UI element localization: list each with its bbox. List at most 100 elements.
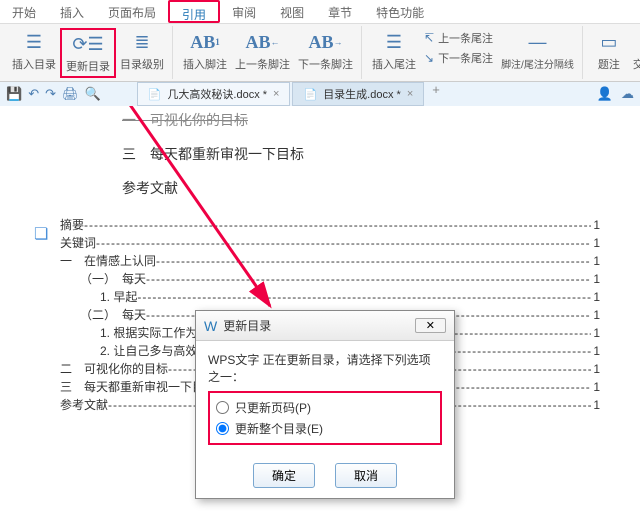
- radio-update-pages-input[interactable]: [216, 401, 229, 414]
- toc-level-button[interactable]: ≣ 目录级别: [116, 28, 168, 74]
- footnote-sep-icon: —: [525, 30, 549, 54]
- toc-dots: ----------------------------------------…: [146, 270, 591, 288]
- toc-row[interactable]: （一） 每天----------------------------------…: [60, 270, 600, 288]
- radio-update-all-input[interactable]: [216, 422, 229, 435]
- dialog-ok-button[interactable]: 确定: [253, 463, 315, 488]
- preview-icon[interactable]: 🔍: [85, 86, 101, 102]
- toc-dots: ----------------------------------------…: [84, 216, 591, 234]
- toc-dots: ----------------------------------------…: [96, 234, 591, 252]
- prev-endnote-icon: ↸: [424, 31, 434, 45]
- insert-toc-icon: ☰: [22, 30, 46, 54]
- qat-cloud-icon[interactable]: ☁: [621, 86, 634, 102]
- menu-tab-chapter[interactable]: 章节: [316, 0, 364, 23]
- endnote-nav-col: ↸ 上一条尾注 ↘下一条尾注: [420, 28, 497, 68]
- update-toc-dialog: W 更新目录 ✕ WPS文字 正在更新目录，请选择下列选项之一： 只更新页码(P…: [195, 310, 455, 499]
- dialog-cancel-button[interactable]: 取消: [335, 463, 397, 488]
- caption-icon: ▭: [597, 30, 621, 54]
- doc-icon: 📄: [303, 88, 317, 101]
- document-tab-1[interactable]: 📄 目录生成.docx * ×: [292, 82, 424, 106]
- toc-row[interactable]: 1. 早起-----------------------------------…: [60, 288, 600, 306]
- dialog-prompt: WPS文字 正在更新目录，请选择下列选项之一：: [208, 351, 442, 385]
- document-tab-1-label: 目录生成.docx *: [323, 86, 401, 102]
- menu-tab-special[interactable]: 特色功能: [364, 0, 436, 23]
- document-tab-0[interactable]: 📄 几大高效秘诀.docx * ×: [137, 82, 291, 106]
- ribbon-group-footnote: AB1 插入脚注 AB← 上一条脚注 AB→ 下一条脚注: [175, 26, 362, 79]
- prev-footnote-button[interactable]: AB← 上一条脚注: [231, 28, 294, 74]
- undo-icon[interactable]: ↶: [28, 86, 39, 102]
- toc-page: 1: [591, 234, 600, 252]
- prev-endnote-label: 上一条尾注: [438, 30, 493, 46]
- ribbon-group-caption: ▭ 题注 ⇄ 交叉引用: [585, 26, 640, 79]
- next-endnote-icon: ↘: [424, 51, 434, 65]
- qat-user-icon[interactable]: 👤: [597, 86, 613, 102]
- dialog-body: WPS文字 正在更新目录，请选择下列选项之一： 只更新页码(P) 更新整个目录(…: [196, 341, 454, 463]
- add-tab-icon[interactable]: +: [432, 82, 440, 106]
- close-tab-0[interactable]: ×: [273, 88, 279, 100]
- footnote-sep-button[interactable]: — 脚注/尾注分隔线: [497, 28, 578, 73]
- redo-icon[interactable]: ↷: [45, 86, 56, 102]
- next-footnote-button[interactable]: AB→ 下一条脚注: [294, 28, 357, 74]
- toc-dots: ----------------------------------------…: [156, 252, 591, 270]
- dialog-titlebar: W 更新目录 ✕: [196, 311, 454, 341]
- toc-page: 1: [591, 306, 600, 324]
- menu-tab-view[interactable]: 视图: [268, 0, 316, 23]
- quick-access-bar: 💾 ↶ ↷ 🖨 🔍 📄 几大高效秘诀.docx * × 📄 目录生成.docx …: [0, 82, 640, 106]
- toc-row[interactable]: 一 在情感上认同--------------------------------…: [60, 252, 600, 270]
- menu-tab-layout[interactable]: 页面布局: [96, 0, 168, 23]
- toc-page: 1: [591, 288, 600, 306]
- page-area: 一 可视化你的目标 三 每天都重新审视一下目标 参考文献: [60, 106, 640, 198]
- qat-right: 👤 ☁: [597, 86, 634, 102]
- radio-update-pages[interactable]: 只更新页码(P): [216, 397, 434, 418]
- document-tabs: 📄 几大高效秘诀.docx * × 📄 目录生成.docx * × +: [137, 82, 440, 106]
- toc-title: 摘要: [60, 216, 84, 234]
- prev-heading: 一 可视化你的目标: [122, 110, 640, 130]
- insert-endnote-button[interactable]: ☰ 插入尾注: [368, 28, 420, 74]
- ribbon: ☰ 插入目录 ⟳☰ 更新目录 ≣ 目录级别 AB1 插入脚注 AB← 上一条脚注…: [0, 24, 640, 82]
- caption-button[interactable]: ▭ 题注: [589, 28, 629, 74]
- toc-dots: ----------------------------------------…: [137, 288, 591, 306]
- toc-title: 三 每天都重新审视一下目标: [60, 378, 216, 396]
- footnote-sep-label: 脚注/尾注分隔线: [501, 56, 574, 71]
- dialog-radio-group: 只更新页码(P) 更新整个目录(E): [208, 391, 442, 445]
- dialog-footer: 确定 取消: [196, 463, 454, 498]
- heading-2: 参考文献: [122, 178, 640, 198]
- prev-footnote-label: 上一条脚注: [235, 56, 290, 72]
- dialog-close-button[interactable]: ✕: [415, 318, 446, 333]
- radio-update-all[interactable]: 更新整个目录(E): [216, 418, 434, 439]
- close-tab-1[interactable]: ×: [407, 88, 413, 100]
- crossref-button[interactable]: ⇄ 交叉引用: [629, 28, 640, 74]
- update-toc-button[interactable]: ⟳☰ 更新目录: [60, 28, 116, 78]
- insert-footnote-button[interactable]: AB1 插入脚注: [179, 28, 231, 74]
- dialog-app-icon: W: [204, 318, 217, 334]
- toc-title: （一） 每天: [80, 270, 146, 288]
- toc-page: 1: [591, 378, 600, 396]
- page-break-icon: ❏: [34, 224, 48, 244]
- next-endnote-button[interactable]: ↘下一条尾注: [424, 48, 493, 68]
- menu-tab-review[interactable]: 审阅: [220, 0, 268, 23]
- menu-tab-start[interactable]: 开始: [0, 0, 48, 23]
- menu-tab-insert[interactable]: 插入: [48, 0, 96, 23]
- toc-row[interactable]: 摘要--------------------------------------…: [60, 216, 600, 234]
- save-icon[interactable]: 💾: [6, 86, 22, 102]
- update-toc-icon: ⟳☰: [76, 32, 100, 56]
- document-tab-0-label: 几大高效秘诀.docx *: [167, 86, 267, 102]
- toc-row[interactable]: 关键词-------------------------------------…: [60, 234, 600, 252]
- doc-icon: 📄: [148, 88, 162, 101]
- toc-level-label: 目录级别: [120, 56, 164, 72]
- ribbon-group-toc: ☰ 插入目录 ⟳☰ 更新目录 ≣ 目录级别: [4, 26, 173, 79]
- prev-endnote-button[interactable]: ↸ 上一条尾注: [424, 28, 493, 48]
- toc-title: 参考文献: [60, 396, 108, 414]
- toc-title: 关键词: [60, 234, 96, 252]
- toc-page: 1: [591, 324, 600, 342]
- crossref-label: 交叉引用: [633, 56, 640, 72]
- insert-toc-button[interactable]: ☰ 插入目录: [8, 28, 60, 74]
- dialog-title-text: 更新目录: [223, 317, 271, 334]
- menu-tab-references[interactable]: 引用: [168, 0, 220, 23]
- print-icon[interactable]: 🖨: [62, 86, 79, 102]
- toc-page: 1: [591, 216, 600, 234]
- prev-footnote-icon: AB←: [251, 30, 275, 54]
- insert-endnote-icon: ☰: [382, 30, 406, 54]
- document-content: 一 可视化你的目标 三 每天都重新审视一下目标 参考文献 ❏ 摘要-------…: [0, 106, 640, 525]
- toc-title: （二） 每天: [80, 306, 146, 324]
- toc-page: 1: [591, 270, 600, 288]
